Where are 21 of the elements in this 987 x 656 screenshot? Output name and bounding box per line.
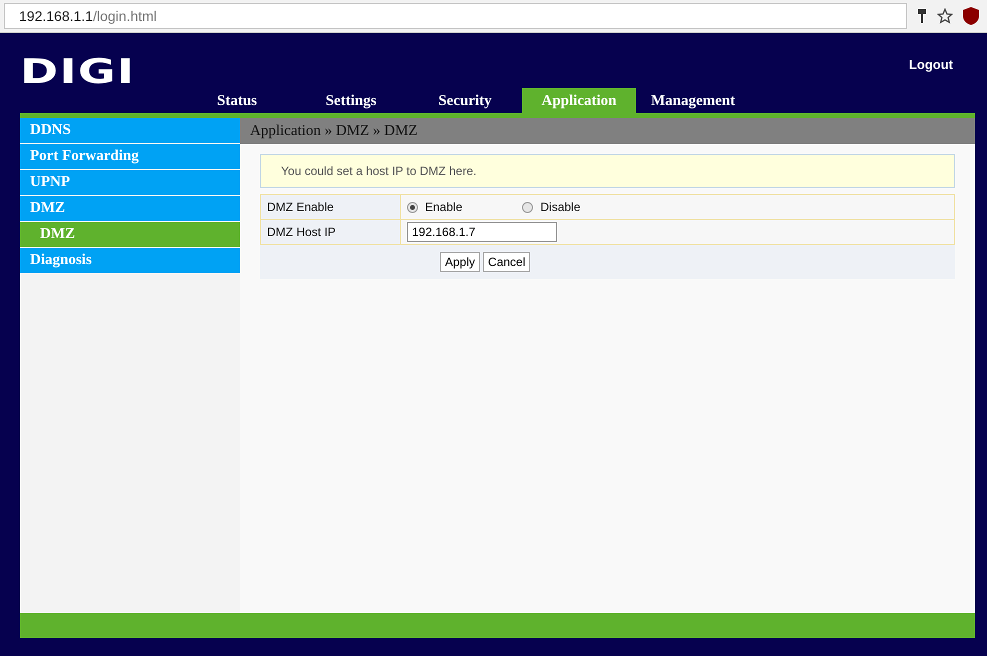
nav-tab[interactable]: Security (408, 88, 522, 113)
breadcrumb: Application » DMZ » DMZ (240, 118, 975, 144)
key-icon[interactable] (917, 9, 927, 23)
field-label: DMZ Enable (261, 195, 401, 219)
radio-button[interactable] (522, 202, 534, 212)
form-button[interactable]: Cancel (483, 252, 530, 272)
info-notice: You could set a host IP to DMZ here. (260, 154, 955, 188)
field-label: DMZ Host IP (261, 220, 401, 244)
host-ip-field[interactable]: 192.168.1.7 (407, 222, 557, 242)
nav-tab[interactable]: Management (636, 88, 750, 113)
address-bar[interactable]: 192.168.1.1/login.html (4, 3, 907, 29)
logo: DIGI (20, 55, 136, 89)
form-button[interactable]: Apply (440, 252, 480, 272)
radio-option[interactable]: Enable (407, 200, 462, 214)
logout-link[interactable]: Logout (908, 57, 953, 72)
radio-button[interactable] (407, 202, 418, 212)
radio-option[interactable]: Disable (522, 200, 580, 214)
star-icon[interactable] (937, 8, 953, 24)
nav-tab[interactable]: Status (180, 88, 294, 113)
shield-icon[interactable] (963, 7, 979, 25)
nav-tab[interactable]: Settings (294, 88, 408, 113)
